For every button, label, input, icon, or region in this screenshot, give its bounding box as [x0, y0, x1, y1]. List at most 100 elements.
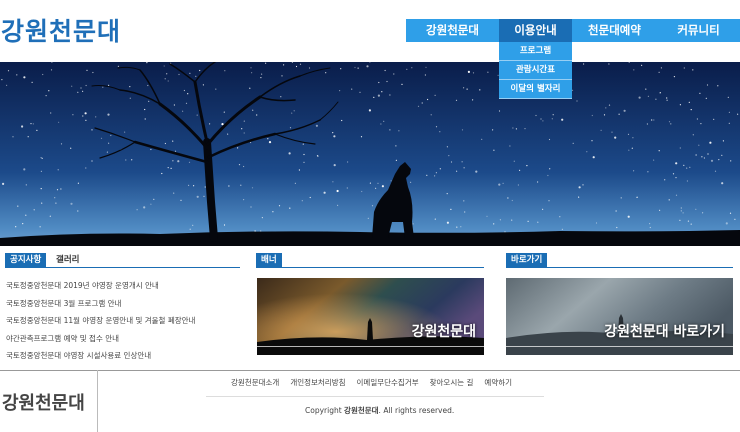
star: [80, 87, 82, 89]
copyright-name: 강원천문대: [344, 406, 379, 415]
star: [467, 70, 470, 73]
star: [40, 157, 42, 159]
star: [513, 160, 515, 162]
star: [390, 180, 392, 182]
shortcut-image[interactable]: 강원천문대 바로가기: [506, 278, 733, 355]
star: [227, 133, 229, 135]
star: [192, 224, 194, 226]
star: [623, 109, 626, 112]
site-logo[interactable]: 강원천문대: [1, 12, 121, 48]
star: [267, 138, 269, 140]
star: [293, 110, 295, 112]
star: [42, 73, 44, 76]
star: [147, 84, 149, 87]
nav-item-usage-guide[interactable]: 이용안내: [499, 19, 572, 42]
footer-link-about[interactable]: 강원천문대소개: [231, 377, 279, 388]
star: [27, 136, 29, 138]
star: [23, 76, 26, 79]
star: [498, 110, 501, 112]
star: [332, 181, 334, 183]
star: [373, 96, 375, 98]
footer-link-directions[interactable]: 찾아오시는 길: [430, 377, 474, 388]
notice-item[interactable]: 야간관측프로그램 예약 및 접수 안내: [6, 330, 236, 348]
dropdown-item-program[interactable]: 프로그램: [499, 42, 572, 61]
star: [586, 151, 588, 153]
star: [357, 67, 359, 69]
nav-item-community[interactable]: 커뮤니티: [657, 19, 740, 42]
banner-underline: [257, 346, 484, 347]
notice-item[interactable]: 국토정중앙천문대 2019년 야영장 운영개시 안내: [6, 277, 236, 295]
star: [325, 72, 327, 74]
star: [666, 99, 668, 101]
star: [389, 129, 391, 131]
footer-link-privacy[interactable]: 개인정보처리방침: [290, 377, 345, 388]
star: [666, 97, 668, 99]
star: [251, 72, 253, 74]
star: [16, 74, 18, 76]
star: [31, 81, 33, 83]
star: [426, 174, 428, 176]
star: [221, 123, 224, 126]
star: [243, 199, 245, 201]
star: [333, 135, 336, 138]
star: [250, 141, 252, 144]
star: [289, 127, 292, 129]
star: [85, 84, 87, 87]
star: [703, 157, 706, 159]
star: [82, 90, 84, 92]
star: [77, 210, 79, 212]
dropdown-item-schedule[interactable]: 관람시간표: [499, 61, 572, 80]
star: [620, 197, 622, 199]
notice-item[interactable]: 국토정중앙천문대 야영장 시설사용료 인상안내: [6, 347, 236, 365]
banner-image[interactable]: 강원천문대: [257, 278, 484, 355]
star: [592, 156, 595, 159]
star: [215, 88, 217, 90]
star: [77, 182, 79, 184]
star: [381, 91, 383, 93]
star: [578, 186, 581, 189]
star: [439, 131, 441, 133]
star: [377, 94, 380, 97]
notice-item[interactable]: 국토정중앙천문대 3월 프로그램 안내: [6, 295, 236, 313]
star: [188, 161, 191, 163]
star: [354, 66, 356, 69]
footer-link-email-policy[interactable]: 이메일무단수집거부: [357, 377, 419, 388]
star: [537, 221, 539, 223]
star: [679, 104, 682, 106]
dropdown-item-constellation[interactable]: 이달의 별자리: [499, 80, 572, 99]
star: [647, 95, 650, 97]
tab-shortcut: 바로가기: [506, 253, 548, 268]
star: [435, 172, 437, 174]
star: [303, 153, 305, 156]
star: [456, 170, 458, 172]
star: [71, 85, 73, 87]
star: [188, 184, 190, 186]
nav-item-reservation[interactable]: 천문대예약: [572, 19, 657, 42]
shortcut-tabbar: 바로가기: [506, 253, 733, 268]
star: [86, 69, 88, 71]
star: [461, 129, 464, 131]
star: [359, 91, 361, 93]
star: [695, 208, 697, 210]
star: [701, 156, 703, 158]
nav-item-observatory[interactable]: 강원천문대: [406, 19, 499, 42]
tab-notice[interactable]: 공지사항: [5, 253, 47, 268]
star: [228, 185, 230, 187]
star: [649, 226, 651, 229]
star: [591, 114, 593, 117]
star: [605, 107, 607, 109]
star: [430, 114, 432, 116]
star: [41, 202, 43, 204]
tab-gallery[interactable]: 갤러리: [51, 253, 84, 268]
star: [102, 86, 104, 88]
footer-link-reserve[interactable]: 예약하기: [484, 377, 512, 388]
star: [638, 96, 641, 99]
notice-item[interactable]: 국토정중앙천문대 11월 야영장 운영안내 및 겨울철 폐장안내: [6, 312, 236, 330]
star: [380, 123, 382, 125]
star: [729, 212, 732, 214]
star: [542, 120, 544, 122]
star: [185, 102, 188, 104]
star: [146, 62, 148, 64]
star: [261, 73, 263, 75]
star: [299, 63, 302, 65]
